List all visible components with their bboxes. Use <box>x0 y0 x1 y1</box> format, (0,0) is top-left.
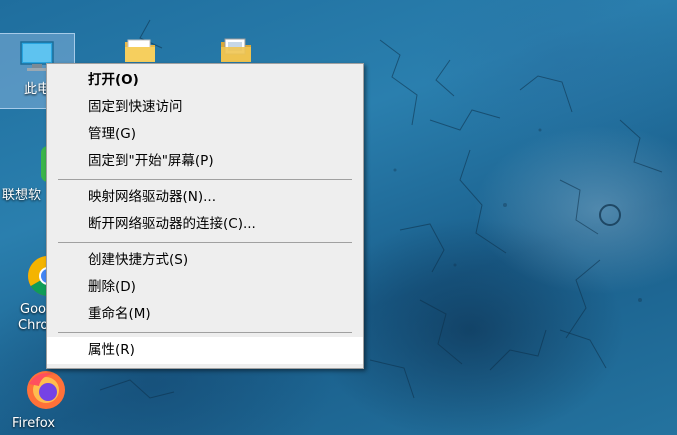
folder-icon <box>125 39 155 62</box>
menu-item-manage[interactable]: 管理(G) <box>47 121 363 148</box>
desktop-icon-label: Firefox <box>12 416 56 431</box>
desktop-icon-firefox[interactable]: Firefox <box>10 368 84 434</box>
menu-item-properties[interactable]: 属性(R) <box>47 337 363 364</box>
menu-item-open[interactable]: 打开(O) <box>47 67 363 94</box>
menu-separator <box>58 242 352 243</box>
context-menu: 打开(O) 固定到快速访问 管理(G) 固定到"开始"屏幕(P) 映射网络驱动器… <box>46 63 364 369</box>
desktop-icon-folder-2[interactable] <box>214 36 258 66</box>
menu-separator <box>58 179 352 180</box>
menu-item-pin-start[interactable]: 固定到"开始"屏幕(P) <box>47 148 363 175</box>
menu-item-disconnect-network-drive[interactable]: 断开网络驱动器的连接(C)... <box>47 211 363 238</box>
firefox-icon <box>27 371 65 409</box>
folder-icon <box>221 38 251 62</box>
menu-item-map-network-drive[interactable]: 映射网络驱动器(N)... <box>47 184 363 211</box>
menu-item-delete[interactable]: 删除(D) <box>47 274 363 301</box>
menu-item-pin-quick-access[interactable]: 固定到快速访问 <box>47 94 363 121</box>
menu-item-create-shortcut[interactable]: 创建快捷方式(S) <box>47 247 363 274</box>
desktop[interactable]: 此电 联想软 Goo Chro Firefox 打开(O) 固定到快速访问 管理… <box>0 0 677 435</box>
menu-separator <box>58 332 352 333</box>
menu-item-rename[interactable]: 重命名(M) <box>47 301 363 328</box>
desktop-icon-folder[interactable] <box>118 36 162 66</box>
